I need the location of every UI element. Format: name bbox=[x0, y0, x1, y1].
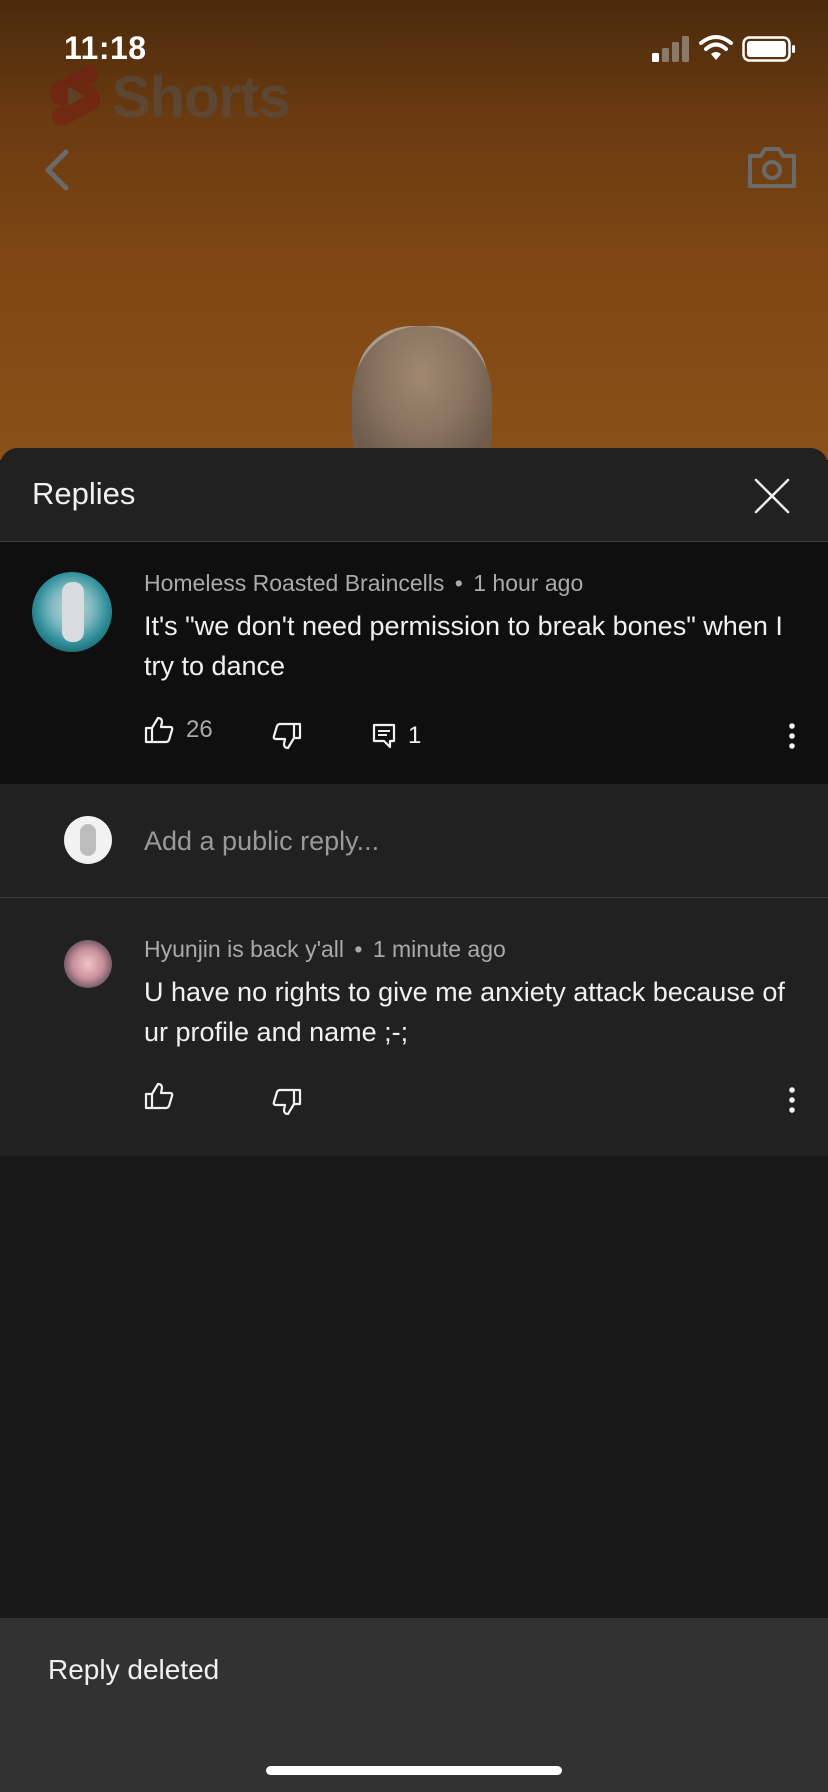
dislike-button[interactable] bbox=[272, 1088, 302, 1116]
close-button[interactable] bbox=[752, 476, 792, 516]
thumbs-down-icon bbox=[272, 1088, 302, 1116]
comment-time: 1 minute ago bbox=[372, 936, 506, 962]
snackbar-message: Reply deleted bbox=[48, 1654, 220, 1685]
avatar[interactable] bbox=[64, 940, 112, 988]
video-background: Shorts 11:18 bbox=[0, 0, 828, 460]
back-button[interactable] bbox=[38, 140, 78, 200]
replies-sheet: Replies Homeless Roasted Braincells • 1 … bbox=[0, 448, 828, 1792]
user-avatar bbox=[64, 816, 112, 864]
more-options-button[interactable] bbox=[782, 1084, 802, 1116]
thumbs-up-icon bbox=[144, 716, 174, 744]
more-options-button[interactable] bbox=[782, 720, 802, 752]
close-icon bbox=[754, 478, 790, 514]
thumbs-down-icon bbox=[272, 722, 302, 750]
battery-icon bbox=[742, 36, 795, 62]
status-time: 11:18 bbox=[64, 30, 147, 66]
comment-meta: Homeless Roasted Braincells • 1 hour ago bbox=[144, 570, 583, 597]
chevron-left-icon bbox=[45, 149, 69, 191]
wifi-icon bbox=[699, 35, 733, 60]
reply-comment: Hyunjin is back y'all • 1 minute ago U h… bbox=[0, 898, 828, 1156]
comment-text: It's "we don't need permission to break … bbox=[144, 611, 783, 681]
comment-icon bbox=[372, 723, 396, 749]
status-bar: 11:18 bbox=[0, 0, 828, 100]
sheet-header: Replies bbox=[0, 448, 828, 542]
dislike-button[interactable] bbox=[272, 722, 302, 750]
parent-comment: Homeless Roasted Braincells • 1 hour ago… bbox=[0, 542, 828, 784]
home-indicator[interactable] bbox=[266, 1766, 562, 1775]
like-button[interactable] bbox=[144, 1082, 174, 1110]
signal-icon bbox=[652, 36, 689, 62]
comment-text: U have no rights to give me anxiety atta… bbox=[144, 977, 785, 1047]
video-person bbox=[352, 326, 492, 460]
comment-meta: Hyunjin is back y'all • 1 minute ago bbox=[144, 936, 506, 963]
more-vert-icon bbox=[789, 723, 795, 749]
replies-button[interactable]: 1 bbox=[372, 722, 421, 750]
meta-separator: • bbox=[354, 936, 363, 962]
like-button[interactable]: 26 bbox=[144, 716, 213, 744]
camera-button[interactable] bbox=[746, 144, 798, 190]
comment-author[interactable]: Homeless Roasted Braincells bbox=[144, 570, 444, 596]
reply-count: 1 bbox=[408, 722, 422, 749]
comment-author[interactable]: Hyunjin is back y'all bbox=[144, 936, 344, 962]
reply-input-row[interactable]: Add a public reply... bbox=[0, 784, 828, 898]
avatar[interactable] bbox=[32, 572, 112, 652]
sheet-title: Replies bbox=[32, 476, 136, 511]
thumbs-up-icon bbox=[144, 1082, 174, 1110]
camera-icon bbox=[748, 147, 796, 188]
more-vert-icon bbox=[789, 1087, 795, 1113]
like-count: 26 bbox=[186, 716, 213, 743]
comment-time: 1 hour ago bbox=[473, 570, 584, 596]
reply-input[interactable]: Add a public reply... bbox=[144, 826, 379, 857]
meta-separator: • bbox=[454, 570, 463, 596]
